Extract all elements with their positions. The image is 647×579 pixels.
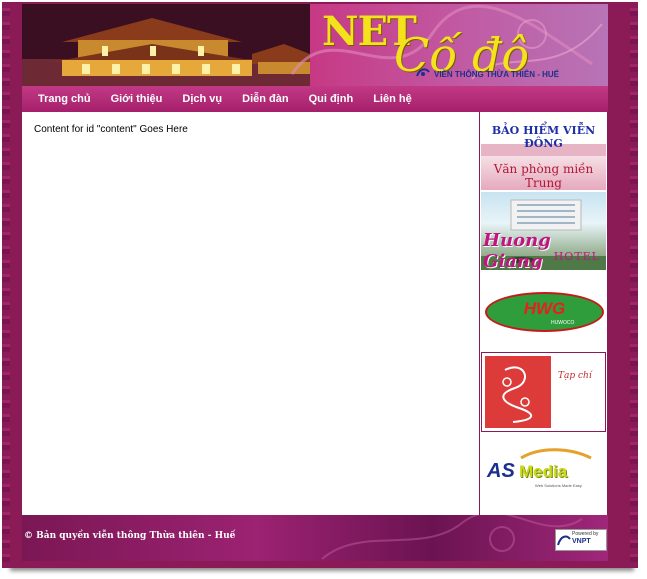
ad-tap-chi[interactable]: Tạp chí xyxy=(481,352,606,432)
ad-title: BẢO HIỂM VIỄN ĐÔNG xyxy=(491,124,596,150)
ad-title: HWG xyxy=(523,299,566,318)
nav-item-trang-chu[interactable]: Trang chủ xyxy=(22,86,101,112)
ad-title-media: Media xyxy=(519,462,568,481)
powered-by-brand: VNPT xyxy=(572,538,591,545)
nav-item-lien-he[interactable]: Liên hệ xyxy=(363,86,422,112)
powered-by-badge[interactable]: Powered by VNPT xyxy=(555,529,607,551)
main-nav: Trang chủ Giới thiệu Dịch vụ Diễn đàn Qu… xyxy=(22,86,608,112)
sidebar-ads: BẢO HIỂM VIỄN ĐÔNG Văn phòng miền Trung … xyxy=(479,112,608,515)
content-area: Content for id "content" Goes Here xyxy=(22,112,479,515)
copyright-text: © Bản quyền viễn thông Thừa thiên - Huế xyxy=(24,531,236,541)
palace-image xyxy=(22,4,310,86)
ad-tagline: Web Solutions Made Easy xyxy=(535,483,582,488)
footer: © Bản quyền viễn thông Thừa thiên - Huế … xyxy=(22,515,608,561)
nav-item-dien-dan[interactable]: Diễn đàn xyxy=(232,86,298,112)
nav-item-dich-vu[interactable]: Dịch vụ xyxy=(172,86,232,112)
ad-huwoco[interactable]: HWG HUWOCO xyxy=(481,288,606,342)
ad-title: Tạp chí xyxy=(558,371,592,381)
logo-tagline: VIỄN THÔNG THỪA THIÊN - HUẾ xyxy=(434,70,560,79)
vnpt-logo-icon xyxy=(416,68,430,77)
ad-subtitle: HUWOCO xyxy=(551,320,575,326)
ad-as-media[interactable]: AS Media Web Solutions Made Easy xyxy=(481,442,606,502)
ad-subtitle: Văn phòng miền Trung xyxy=(493,162,594,190)
nav-item-gioi-thieu[interactable]: Giới thiệu xyxy=(101,86,173,112)
content-placeholder-text: Content for id "content" Goes Here xyxy=(34,124,188,135)
ad-title-as: AS xyxy=(487,460,515,482)
page: NET Cố đô VIỄN THÔNG THỪA THIÊN - HUẾ Tr… xyxy=(22,4,608,561)
powered-by-label: Powered by xyxy=(572,531,599,537)
magazine-logo-icon xyxy=(485,356,551,428)
header-banner: NET Cố đô VIỄN THÔNG THỪA THIÊN - HUẾ xyxy=(22,4,608,86)
nav-item-qui-dinh[interactable]: Qui định xyxy=(299,86,364,112)
ad-subtitle: HOTEL xyxy=(553,250,600,263)
ad-huong-giang-hotel[interactable]: Huong Giang HOTEL xyxy=(481,192,606,270)
ad-bao-hiem-vien-dong[interactable]: BẢO HIỂM VIỄN ĐÔNG Văn phòng miền Trung xyxy=(481,118,606,190)
vnpt-icon xyxy=(557,535,571,546)
